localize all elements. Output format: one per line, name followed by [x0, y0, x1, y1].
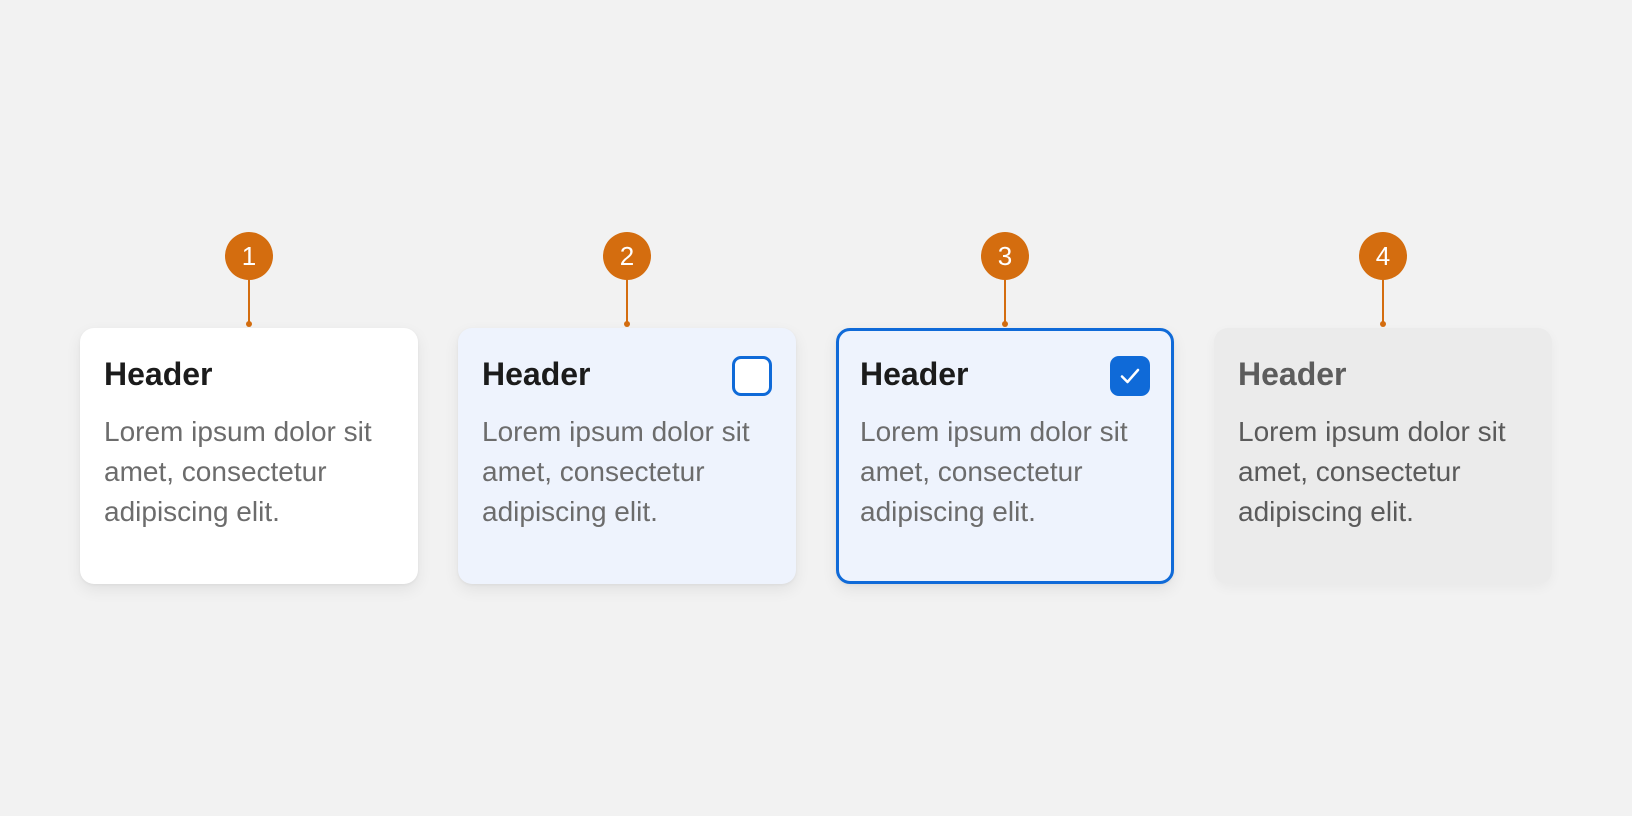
annotation-leader-dot	[1002, 321, 1008, 327]
card-default[interactable]: Header Lorem ipsum dolor sit amet, conse…	[80, 328, 418, 584]
annotation-marker-1: 1	[225, 232, 273, 280]
annotation-leader-line	[248, 280, 250, 323]
annotation-marker-2: 2	[603, 232, 651, 280]
annotation-marker-3: 3	[981, 232, 1029, 280]
card-body-text: Lorem ipsum dolor sit amet, consectetur …	[482, 416, 750, 527]
card-header: Header	[860, 356, 969, 392]
checkmark-icon	[1120, 368, 1140, 384]
card-header: Header	[104, 356, 213, 392]
annotation-leader-dot	[624, 321, 630, 327]
card-selected[interactable]: Header Lorem ipsum dolor sit amet, conse…	[836, 328, 1174, 584]
card-disabled: Header Lorem ipsum dolor sit amet, conse…	[1214, 328, 1552, 584]
annotation-marker-4: 4	[1359, 232, 1407, 280]
card-checkbox-checked[interactable]	[1110, 356, 1150, 396]
annotation-leader-line	[1382, 280, 1384, 323]
card-header: Header	[482, 356, 591, 392]
card-body-text: Lorem ipsum dolor sit amet, consectetur …	[1238, 416, 1506, 527]
card-body-text: Lorem ipsum dolor sit amet, consectetur …	[860, 416, 1128, 527]
card-body-text: Lorem ipsum dolor sit amet, consectetur …	[104, 416, 372, 527]
annotation-leader-dot	[1380, 321, 1386, 327]
annotation-leader-line	[626, 280, 628, 323]
card-states-canvas: { "colors": { "background": "#f2f2f2", "…	[0, 0, 1632, 816]
card-header: Header	[1238, 356, 1347, 392]
card-hover[interactable]: Header Lorem ipsum dolor sit amet, conse…	[458, 328, 796, 584]
card-checkbox-unchecked[interactable]	[732, 356, 772, 396]
annotation-leader-dot	[246, 321, 252, 327]
annotation-leader-line	[1004, 280, 1006, 323]
